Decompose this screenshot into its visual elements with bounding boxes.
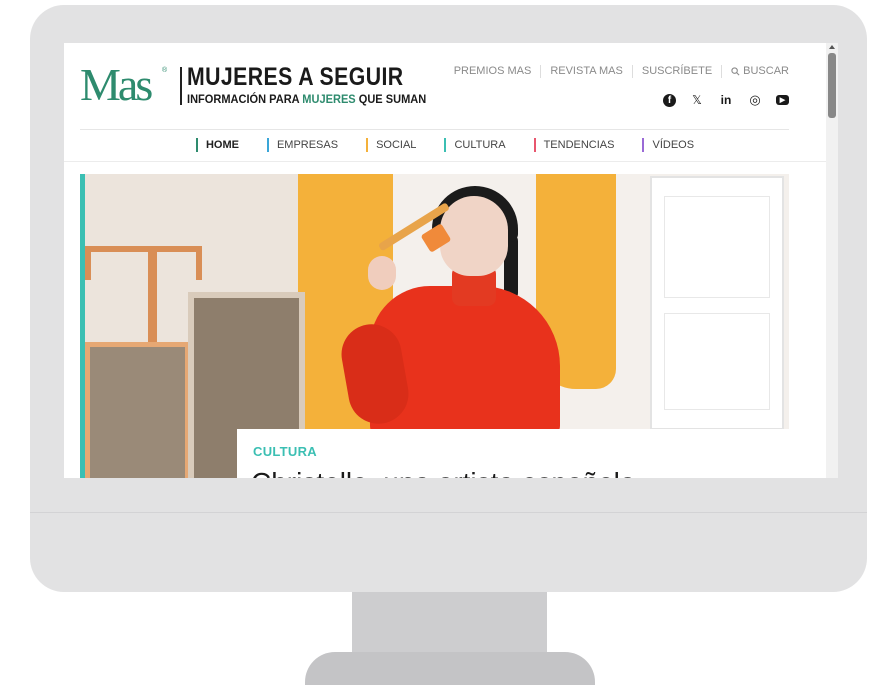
hero-accent-bar bbox=[80, 174, 85, 478]
logo-divider bbox=[180, 67, 182, 105]
browser-screen: Mas ® MUJERES A SEGUIR INFORMACIÓN PARA … bbox=[64, 43, 838, 478]
hero-caption-card[interactable]: CULTURA Christelle, una artista española bbox=[237, 429, 789, 478]
nav-label: HOME bbox=[205, 139, 239, 151]
link-premios-mas[interactable]: PREMIOS MAS bbox=[445, 65, 542, 78]
top-links: PREMIOS MAS REVISTA MAS SUSCRÍBETE BUSCA… bbox=[445, 65, 789, 78]
site-tagline: INFORMACIÓN PARA MUJERES QUE SUMAN bbox=[187, 92, 426, 106]
nav-marker bbox=[444, 138, 447, 152]
nav-label: VÍDEOS bbox=[652, 139, 695, 151]
tagline-part-2: QUE SUMAN bbox=[355, 92, 427, 106]
nav-item-empresas[interactable]: EMPRESAS bbox=[253, 138, 352, 152]
logo-registered-mark: ® bbox=[162, 67, 168, 74]
youtube-icon[interactable]: ▶ bbox=[776, 95, 789, 105]
facebook-icon[interactable]: f bbox=[663, 93, 676, 107]
hero-canvas bbox=[85, 342, 190, 478]
nav-marker bbox=[266, 138, 269, 152]
article-category[interactable]: CULTURA bbox=[253, 444, 317, 459]
scrollbar[interactable] bbox=[826, 43, 838, 478]
nav-item-social[interactable]: SOCIAL bbox=[352, 138, 430, 152]
nav-item-home[interactable]: HOME bbox=[182, 138, 253, 152]
nav-marker bbox=[366, 138, 369, 152]
scrollbar-thumb[interactable] bbox=[828, 53, 836, 118]
hero-door bbox=[650, 176, 784, 430]
door-panel bbox=[664, 313, 770, 410]
search-icon bbox=[731, 67, 740, 76]
link-suscribete[interactable]: SUSCRÍBETE bbox=[633, 65, 723, 78]
monitor-stand-base bbox=[305, 652, 595, 685]
tagline-part-1: INFORMACIÓN PARA bbox=[187, 92, 303, 106]
monitor-chin-divider bbox=[30, 512, 867, 513]
nav-label: SOCIAL bbox=[376, 139, 417, 151]
nav-label: EMPRESAS bbox=[276, 139, 339, 151]
nav-marker bbox=[533, 138, 536, 152]
main-nav: HOME EMPRESAS SOCIAL CULTURA TENDENCIAS … bbox=[64, 138, 826, 152]
nav-item-tendencias[interactable]: TENDENCIAS bbox=[520, 138, 629, 152]
social-links: f 𝕏 in ◎ ▶ bbox=[663, 92, 789, 107]
site-title: MUJERES A SEGUIR bbox=[187, 63, 404, 91]
header-divider bbox=[80, 129, 789, 130]
article-headline[interactable]: Christelle, una artista española bbox=[251, 467, 635, 478]
x-icon[interactable]: 𝕏 bbox=[689, 93, 705, 107]
tagline-highlight: MUJERES bbox=[302, 92, 356, 106]
scroll-up-arrow-icon[interactable] bbox=[829, 45, 835, 49]
nav-label: CULTURA bbox=[454, 139, 506, 151]
door-panel bbox=[664, 196, 770, 298]
search-button[interactable]: BUSCAR bbox=[722, 65, 789, 78]
link-revista-mas[interactable]: REVISTA MAS bbox=[541, 65, 633, 78]
nav-item-cultura[interactable]: CULTURA bbox=[430, 138, 519, 152]
search-label: BUSCAR bbox=[743, 65, 789, 77]
nav-divider bbox=[64, 161, 826, 162]
hero-article[interactable]: CULTURA Christelle, una artista española bbox=[80, 174, 789, 478]
hero-person-face bbox=[440, 196, 508, 276]
nav-marker bbox=[642, 138, 645, 152]
instagram-icon[interactable]: ◎ bbox=[747, 92, 763, 107]
logo-mark: Mas bbox=[80, 59, 153, 110]
nav-marker bbox=[195, 138, 198, 152]
monitor-stand bbox=[352, 592, 547, 660]
linkedin-icon[interactable]: in bbox=[718, 93, 734, 107]
nav-label: TENDENCIAS bbox=[543, 139, 615, 151]
hero-easel bbox=[85, 246, 202, 280]
hero-person-hand bbox=[368, 256, 396, 290]
nav-item-videos[interactable]: VÍDEOS bbox=[628, 138, 708, 152]
